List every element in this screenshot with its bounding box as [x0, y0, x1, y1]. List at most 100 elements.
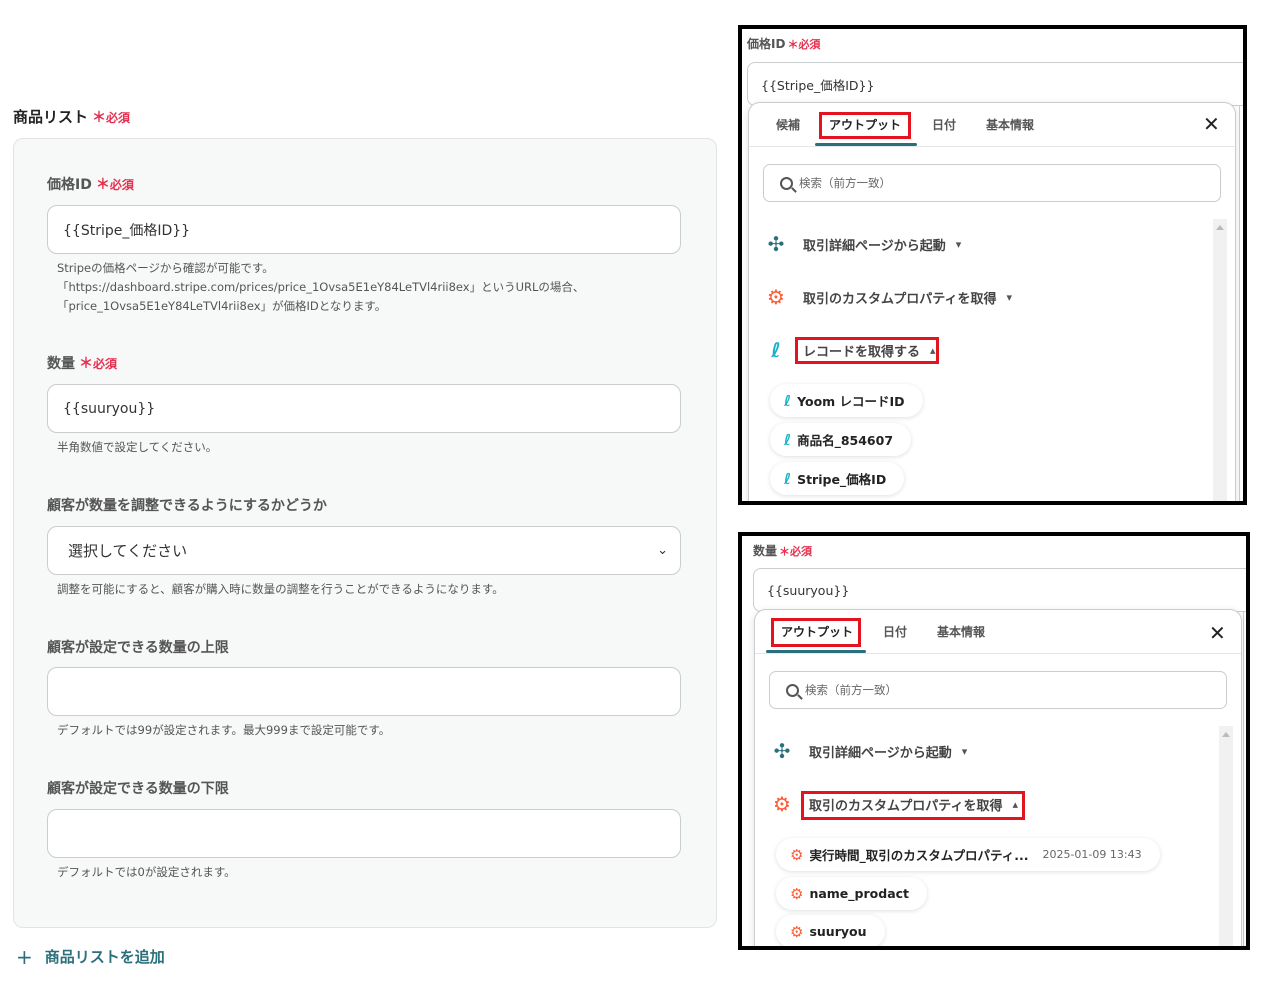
scroll-up-icon: [1216, 225, 1224, 230]
group-deal-detail-trigger[interactable]: ✣ 取引詳細ページから起動 ▾: [767, 739, 968, 763]
price-id-label-text: 価格ID: [47, 177, 92, 193]
price-id-help-line: 「https://dashboard.stripe.com/prices/pri…: [57, 280, 585, 294]
required-badge: ＊必須: [779, 545, 812, 558]
yoom-icon: ℓ: [784, 469, 792, 488]
hubspot-icon: ⚙: [790, 884, 804, 903]
price-id-help: Stripeの価格ページから確認が可能です。 「https://dashboar…: [57, 259, 584, 316]
chevron-down-icon: ▾: [961, 744, 968, 758]
tab-date[interactable]: 日付: [932, 116, 956, 133]
panel-quantity-label: 数量 ＊必須: [753, 542, 812, 559]
highlight-box: [801, 791, 1025, 820]
required-text: 必須: [106, 111, 131, 125]
tab-basic-info[interactable]: 基本情報: [986, 116, 1034, 133]
puzzle-icon: ✣: [773, 739, 791, 763]
quantity-label: 数量 ＊必須: [47, 353, 117, 373]
chevron-down-icon: ⌄: [657, 543, 668, 558]
tab-candidates[interactable]: 候補: [776, 116, 800, 133]
quantity-label-text: 数量: [47, 356, 75, 372]
section-title: 商品リスト ＊必須: [13, 106, 130, 127]
hubspot-icon: ⚙: [790, 922, 804, 941]
panel-quantity-input[interactable]: {{suuryou}}: [753, 568, 1246, 612]
close-icon[interactable]: ✕: [1203, 114, 1220, 134]
quantity-input[interactable]: {{suuryou}}: [47, 384, 681, 433]
output-tabs: アウトプット 日付 基本情報 ✕: [755, 610, 1241, 654]
chevron-down-icon: ▾: [1006, 290, 1012, 304]
required-text: 必須: [93, 357, 118, 371]
quantity-help: 半角数値で設定してください。: [57, 440, 218, 454]
output-item-label: Stripe_価格ID: [797, 472, 887, 487]
highlight-box: [771, 618, 861, 647]
price-id-output-panel: 価格ID ＊必須 {{Stripe_価格ID}} 候補 アウトプット 日付 基本情…: [738, 25, 1247, 505]
adjustable-selected-value: 選択してください: [68, 542, 188, 560]
required-text: 必須: [790, 545, 813, 558]
price-id-label: 価格ID ＊必須: [47, 174, 134, 194]
puzzle-icon: ✣: [767, 232, 785, 256]
required-asterisk: ＊: [779, 545, 791, 558]
required-asterisk: ＊: [92, 110, 107, 126]
scrollbar[interactable]: [1219, 726, 1233, 946]
panel-price-id-label-text: 価格ID: [747, 37, 786, 51]
search-input[interactable]: 検索（前方一致）: [769, 671, 1227, 709]
required-badge: ＊必須: [79, 356, 118, 372]
output-item-suuryou[interactable]: ⚙ suuryou: [776, 915, 885, 946]
output-item-yoom-record-id[interactable]: ℓ Yoom レコードID: [770, 384, 923, 417]
background-divider: [1239, 106, 1240, 501]
search-input[interactable]: 検索（前方一致）: [763, 164, 1221, 202]
group-label: 取引詳細ページから起動: [809, 745, 952, 761]
max-qty-help: デフォルトでは99が設定されます。最大999まで設定可能です。: [57, 723, 391, 737]
max-qty-input[interactable]: [47, 667, 681, 716]
output-item-label: Yoom レコードID: [797, 394, 905, 409]
min-qty-help: デフォルトでは0が設定されます。: [57, 865, 236, 879]
required-asterisk: ＊: [787, 38, 799, 51]
group-deal-detail-trigger[interactable]: ✣ 取引詳細ページから起動 ▾: [761, 232, 962, 256]
output-item-label: name_prodact: [809, 886, 910, 901]
panel-price-id-input[interactable]: {{Stripe_価格ID}}: [747, 62, 1243, 106]
required-badge: ＊必須: [787, 38, 820, 51]
price-id-help-line: Stripeの価格ページから確認が可能です。: [57, 261, 274, 275]
scrollbar[interactable]: [1213, 219, 1227, 501]
output-item-label: 商品名_854607: [797, 433, 894, 448]
hubspot-icon: ⚙: [767, 285, 785, 309]
active-tab-indicator: [815, 143, 917, 146]
highlight-box: [819, 112, 911, 139]
add-product-list-button[interactable]: + 商品リストを追加: [16, 946, 165, 967]
output-popup: 候補 アウトプット 日付 基本情報 ✕ 検索（前方一致） ✣ 取引詳細ページから…: [748, 102, 1236, 501]
output-item-product-name[interactable]: ℓ 商品名_854607: [770, 423, 912, 456]
output-item-label: 実行時間_取引のカスタムプロパティ...: [809, 848, 1029, 863]
adjustable-select[interactable]: 選択してください ⌄: [47, 526, 681, 575]
yoom-icon: ℓ: [784, 430, 792, 449]
scroll-up-icon: [1222, 732, 1230, 737]
group-label: 取引詳細ページから起動: [803, 238, 946, 254]
output-tabs: 候補 アウトプット 日付 基本情報 ✕: [749, 103, 1235, 147]
required-badge: ＊必須: [92, 110, 131, 126]
output-item-stripe-price-id[interactable]: ℓ Stripe_価格ID: [770, 462, 905, 495]
tab-date[interactable]: 日付: [883, 623, 907, 640]
search-icon: [786, 683, 799, 697]
group-label: 取引のカスタムプロパティを取得: [803, 291, 997, 307]
highlight-box: [795, 337, 939, 364]
output-item-execution-time[interactable]: ⚙ 実行時間_取引のカスタムプロパティ... 2025-01-09 13:43: [776, 838, 1160, 871]
output-item-label: suuryou: [809, 924, 867, 939]
required-asterisk: ＊: [79, 356, 93, 372]
search-placeholder: 検索（前方一致）: [805, 683, 897, 697]
section-title-text: 商品リスト: [13, 108, 89, 126]
price-id-input[interactable]: {{Stripe_価格ID}}: [47, 205, 681, 254]
tab-basic-info[interactable]: 基本情報: [937, 623, 985, 640]
yoom-icon: ℓ: [784, 391, 792, 410]
output-item-name-prodact[interactable]: ⚙ name_prodact: [776, 877, 928, 910]
yoom-icon: ℓ: [771, 338, 781, 362]
output-item-value: 2025-01-09 13:43: [1042, 848, 1142, 861]
search-icon: [780, 176, 793, 190]
add-product-list-label: 商品リストを追加: [44, 948, 165, 966]
min-qty-label: 顧客が設定できる数量の下限: [47, 781, 229, 797]
group-get-custom-property[interactable]: ⚙ 取引のカスタムプロパティを取得 ▾: [761, 285, 1012, 309]
chevron-down-icon: ▾: [955, 237, 962, 251]
plus-icon: +: [16, 944, 33, 969]
hubspot-icon: ⚙: [790, 845, 804, 864]
hubspot-icon: ⚙: [773, 792, 791, 816]
adjustable-label: 顧客が数量を調整できるようにするかどうか: [47, 498, 327, 514]
min-qty-input[interactable]: [47, 809, 681, 858]
price-id-help-line: 「price_1Ovsa5E1eY84LeTVl4rii8ex」が価格IDとなり…: [57, 299, 387, 313]
active-tab-indicator: [766, 650, 866, 653]
close-icon[interactable]: ✕: [1209, 623, 1226, 643]
